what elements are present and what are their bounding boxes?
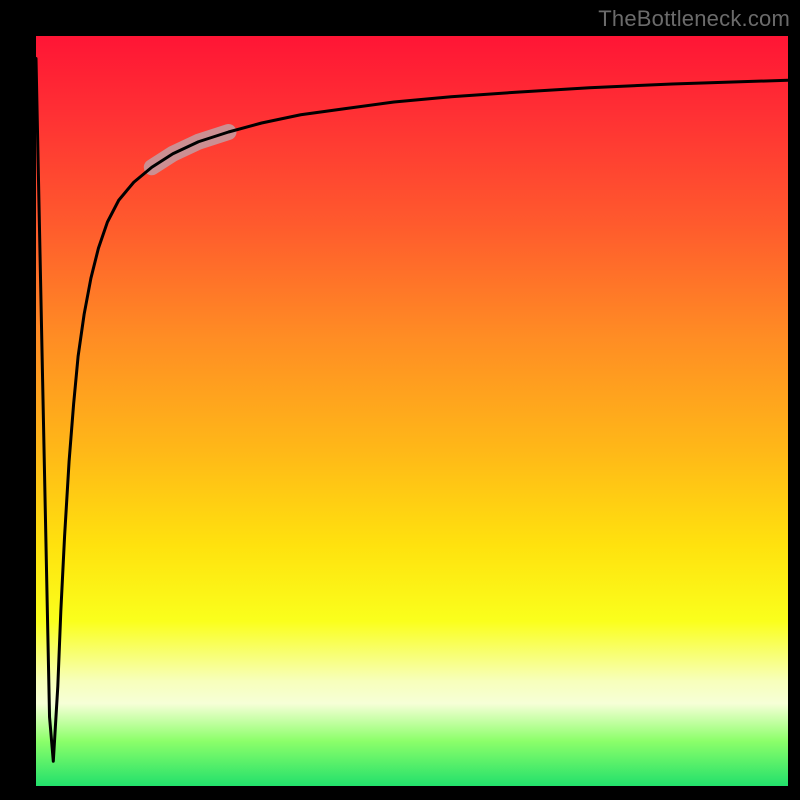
watermark-text: TheBottleneck.com xyxy=(598,6,790,32)
chart-svg xyxy=(36,36,788,786)
chart-container: TheBottleneck.com xyxy=(0,0,800,800)
plot-area xyxy=(36,36,788,786)
